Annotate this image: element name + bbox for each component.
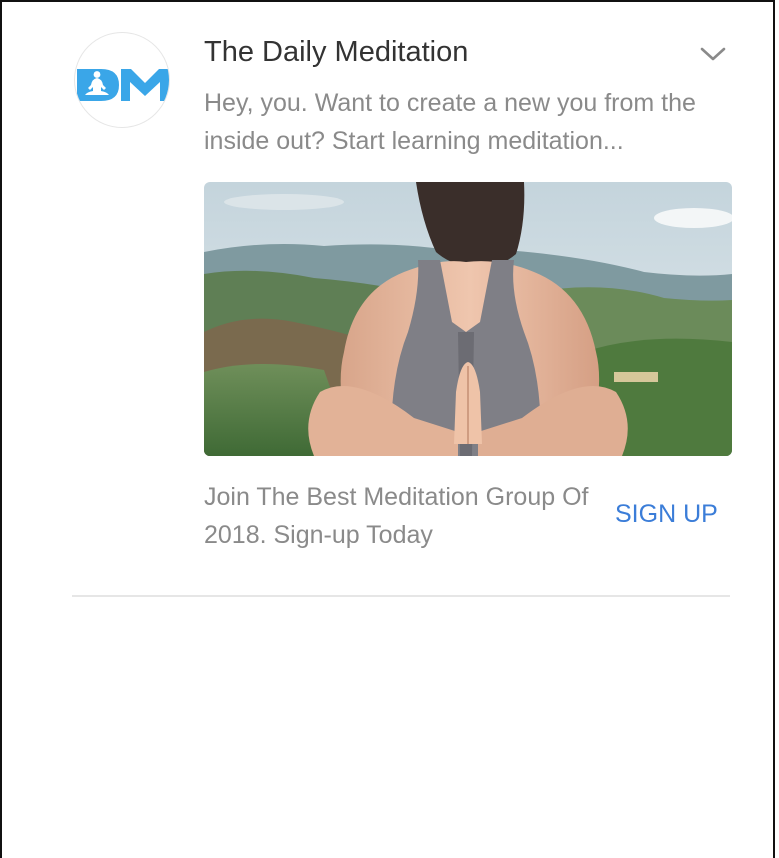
ad-hero-image[interactable]	[204, 182, 732, 456]
sponsored-ad-card: The Daily Meditation Hey, you. Want to c…	[2, 2, 777, 602]
advertiser-name[interactable]: The Daily Meditation	[204, 36, 468, 69]
card-divider	[72, 595, 730, 597]
chevron-down-icon	[700, 47, 726, 61]
ad-headline: Join The Best Meditation Group Of 2018. …	[204, 483, 589, 549]
ad-options-button[interactable]	[699, 42, 727, 66]
meditation-logo-icon	[77, 68, 169, 101]
sign-up-button[interactable]: SIGN UP	[615, 500, 718, 529]
app-frame: The Daily Meditation Hey, you. Want to c…	[0, 0, 775, 858]
ad-body-text: Hey, you. Want to create a new you from …	[204, 89, 696, 155]
yoga-woman-image	[204, 182, 732, 456]
advertiser-avatar[interactable]	[74, 32, 170, 128]
